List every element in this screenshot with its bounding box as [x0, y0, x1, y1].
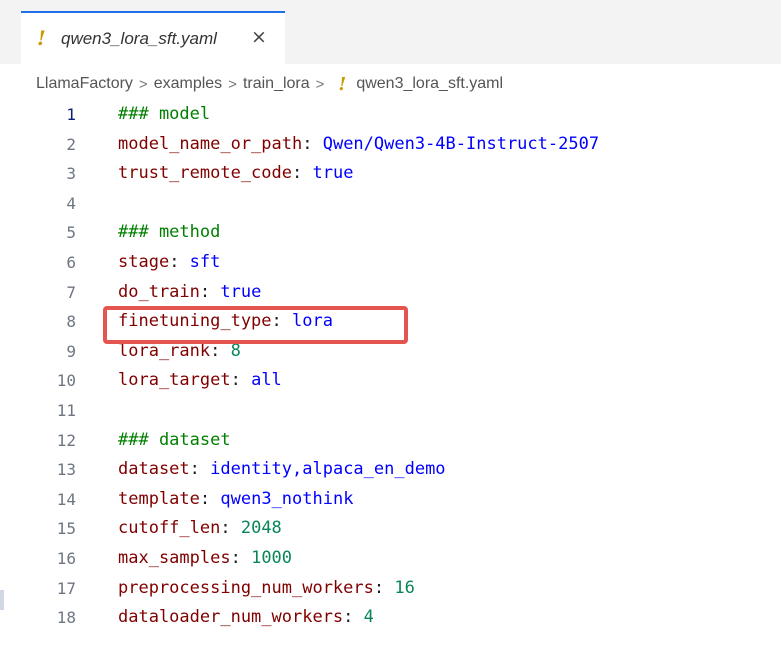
code-line[interactable]: 12 ### dataset	[0, 426, 781, 455]
yaml-value: 2048	[240, 518, 282, 539]
code-line[interactable]: 3 trust_remote_code: true	[0, 159, 781, 188]
line-number: 12	[56, 430, 76, 450]
code-line[interactable]: 17 preprocessing_num_workers: 16	[0, 574, 781, 603]
code-line[interactable]: 5 ### method	[0, 218, 781, 247]
code-editor[interactable]: 1 ### model 2 model_name_or_path: Qwen/Qwen…	[0, 100, 781, 666]
code-text: trust_remote_code: true	[118, 163, 354, 184]
code-text: max_samples: 1000	[118, 548, 293, 568]
code-line[interactable]: 10 lora_target: all	[0, 366, 781, 395]
line-number: 14	[56, 489, 76, 509]
code-line[interactable]: 11	[0, 396, 781, 425]
tab-filename: qwen3_lora_sft.yaml	[61, 29, 217, 48]
line-number: 17	[56, 578, 76, 598]
yaml-exclamation-icon: !	[37, 26, 46, 50]
chevron-right-icon: >	[315, 75, 325, 93]
yaml-value: true	[312, 163, 354, 184]
yaml-value: true	[220, 281, 262, 302]
code-text: template: qwen3_nothink	[118, 488, 354, 509]
yaml-value: all	[251, 370, 282, 391]
line-number: 13	[56, 460, 76, 480]
code-line[interactable]: 6 stage: sft	[0, 248, 781, 277]
yaml-comment: ### model	[118, 104, 211, 124]
breadcrumb-item-llamafactory[interactable]: LlamaFactory	[36, 75, 133, 93]
line-number: 16	[56, 549, 76, 568]
chevron-right-icon: >	[138, 75, 148, 93]
code-text: model_name_or_path: Qwen/Qwen3-4B-Instru…	[118, 133, 600, 154]
line-number: 2	[66, 134, 76, 154]
yaml-key: lora_target	[118, 370, 231, 391]
yaml-key: model_name_or_path	[118, 133, 303, 154]
line-number: 7	[66, 282, 76, 302]
code-text: cutoff_len: 2048	[118, 518, 282, 539]
line-number: 9	[66, 341, 76, 361]
yaml-key: stage	[118, 252, 170, 272]
code-text: dataset: identity,alpaca_en_demo	[118, 459, 446, 480]
code-line[interactable]: 13 dataset: identity,alpaca_en_demo	[0, 455, 781, 484]
code-text: do_train: true	[118, 281, 262, 302]
code-line[interactable]: 14 template: qwen3_nothink	[0, 485, 781, 514]
annotation-highlight-box	[103, 306, 408, 344]
yaml-comment: ### method	[118, 222, 221, 243]
yaml-key: max_samples	[118, 548, 231, 568]
code-line[interactable]: 4	[0, 189, 781, 218]
code-line[interactable]: 15 cutoff_len: 2048	[0, 514, 781, 543]
code-text: lora_target: all	[118, 370, 282, 391]
yaml-key: cutoff_len	[118, 518, 221, 539]
breadcrumb: LlamaFactory > examples > train_lora > !…	[36, 72, 503, 96]
yaml-value: qwen3_nothink	[220, 488, 354, 509]
line-number: 15	[56, 519, 76, 539]
code-text: stage: sft	[118, 252, 221, 272]
yaml-value: 4	[363, 607, 374, 628]
code-line[interactable]: 16 max_samples: 1000	[0, 544, 781, 573]
yaml-key: dataset	[118, 459, 190, 480]
code-text: dataloader_num_workers: 4	[118, 607, 374, 628]
yaml-value: identity,alpaca_en_demo	[210, 459, 446, 480]
line-number: 11	[56, 401, 76, 420]
chevron-right-icon: >	[228, 75, 237, 93]
line-number: 8	[66, 312, 76, 332]
line-number: 10	[56, 371, 76, 391]
code-line[interactable]: 1 ### model	[0, 100, 781, 129]
breadcrumb-item-file[interactable]: qwen3_lora_sft.yaml	[356, 75, 503, 93]
yaml-key: template	[118, 488, 200, 509]
scroll-indicator	[0, 590, 4, 610]
code-text: ### method	[118, 218, 220, 247]
line-number: 4	[66, 193, 76, 213]
yaml-key: dataloader_num_workers	[118, 607, 344, 628]
line-number: 18	[56, 608, 76, 628]
code-text: ### model	[118, 100, 210, 129]
code-text: ### dataset	[118, 426, 231, 455]
code-line[interactable]: 2 model_name_or_path: Qwen/Qwen3-4B-Instr…	[0, 130, 781, 159]
yaml-key: do_train	[118, 281, 200, 302]
close-icon[interactable]: ×	[251, 26, 267, 48]
yaml-value: 16	[394, 577, 415, 598]
code-line[interactable]: 18 dataloader_num_workers: 4	[0, 603, 781, 632]
breadcrumb-item-train-lora[interactable]: train_lora	[243, 75, 310, 93]
yaml-key: preprocessing_num_workers	[118, 577, 374, 598]
tab-qwen3-lora-sft-yaml[interactable]: ! qwen3_lora_sft.yaml ×	[21, 11, 285, 64]
code-text: preprocessing_num_workers: 16	[118, 577, 415, 598]
yaml-value: sft	[189, 252, 221, 272]
line-number: 6	[66, 253, 76, 272]
code-line[interactable]: 7 do_train: true	[0, 278, 781, 307]
yaml-exclamation-icon: !	[338, 73, 347, 95]
line-number: 1	[66, 105, 76, 124]
yaml-value: Qwen/Qwen3-4B-Instruct-2507	[322, 133, 600, 154]
breadcrumb-item-examples[interactable]: examples	[154, 75, 222, 93]
yaml-comment: ### dataset	[118, 429, 231, 450]
line-number: 3	[66, 164, 76, 184]
yaml-key: trust_remote_code	[118, 163, 292, 184]
yaml-value: 1000	[251, 548, 293, 568]
line-number: 5	[66, 223, 76, 243]
tab-bar: ! qwen3_lora_sft.yaml ×	[0, 0, 781, 64]
